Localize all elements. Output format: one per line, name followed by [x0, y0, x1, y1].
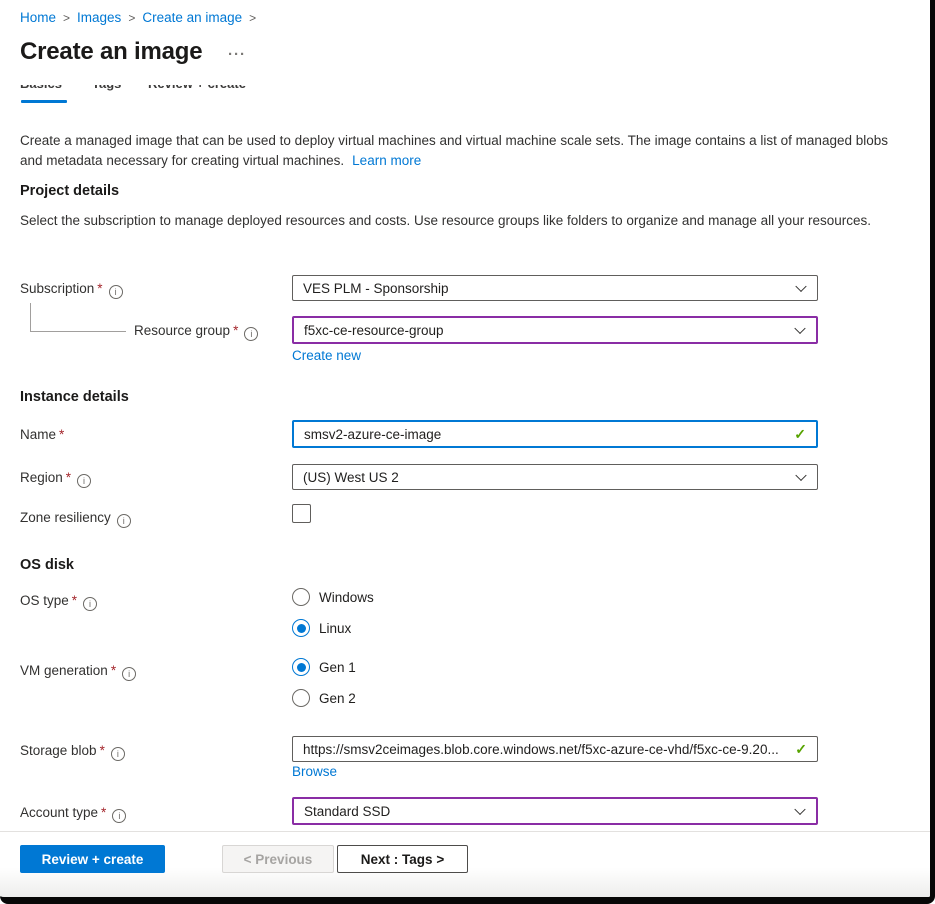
info-icon[interactable]: i [109, 285, 123, 299]
intro-body: Create a managed image that can be used … [20, 133, 888, 168]
radio-option-label: Gen 1 [319, 660, 356, 675]
region-value: (US) West US 2 [303, 470, 399, 485]
radio-option-label: Linux [319, 621, 351, 636]
vm-generation-label-text: VM generation [20, 663, 108, 678]
name-label: Name* [20, 427, 64, 442]
tab-basics[interactable]: Basics [20, 85, 66, 91]
required-marker: * [101, 805, 106, 820]
breadcrumb: Home > Images > Create an image > [20, 10, 263, 25]
subscription-value: VES PLM - Sponsorship [303, 281, 449, 296]
radio-selected-icon [292, 619, 310, 637]
section-heading-os-disk: OS disk [20, 557, 74, 573]
radio-option-label: Windows [319, 590, 374, 605]
tab-tags[interactable]: Tags [92, 85, 122, 91]
breadcrumb-images[interactable]: Images [77, 10, 121, 25]
required-marker: * [233, 323, 238, 338]
intro-text: Create a managed image that can be used … [20, 131, 904, 171]
account-type-value: Standard SSD [304, 804, 390, 819]
breadcrumb-separator: > [63, 11, 70, 25]
radio-option-gen2[interactable]: Gen 2 [292, 688, 356, 708]
resource-group-label-text: Resource group [134, 323, 230, 338]
zone-resiliency-label: Zone resiliency i [20, 510, 131, 528]
info-icon[interactable]: i [111, 747, 125, 761]
account-type-dropdown[interactable]: Standard SSD [292, 797, 818, 825]
chevron-down-icon [794, 804, 805, 815]
next-tags-button[interactable]: Next : Tags > [337, 845, 468, 873]
review-create-button[interactable]: Review + create [20, 845, 165, 873]
create-new-link[interactable]: Create new [292, 348, 361, 363]
info-icon[interactable]: i [83, 597, 97, 611]
tab-review-create[interactable]: Review + create [148, 85, 246, 91]
required-marker: * [97, 281, 102, 296]
region-label-text: Region [20, 470, 63, 485]
storage-blob-input[interactable]: https://smsv2ceimages.blob.core.windows.… [292, 736, 818, 762]
storage-blob-label: Storage blob* i [20, 743, 125, 761]
storage-blob-value: https://smsv2ceimages.blob.core.windows.… [303, 742, 779, 757]
info-icon[interactable]: i [244, 327, 258, 341]
radio-icon [292, 588, 310, 606]
required-marker: * [59, 427, 64, 442]
active-tab-underline [21, 100, 67, 103]
breadcrumb-home[interactable]: Home [20, 10, 56, 25]
section-heading-project-details: Project details [20, 183, 119, 199]
info-icon[interactable]: i [77, 474, 91, 488]
os-type-radio-group: Windows Linux [292, 587, 374, 649]
radio-selected-icon [292, 658, 310, 676]
chevron-down-icon [795, 470, 806, 481]
required-marker: * [72, 593, 77, 608]
name-input[interactable]: smsv2-azure-ce-image ✓ [292, 420, 818, 448]
name-value: smsv2-azure-ce-image [304, 427, 441, 442]
radio-option-gen1[interactable]: Gen 1 [292, 657, 356, 677]
more-options-icon[interactable]: ··· [228, 46, 246, 63]
previous-button[interactable]: < Previous [222, 845, 334, 873]
subscription-label: Subscription* i [20, 281, 123, 299]
vm-generation-label: VM generation* i [20, 663, 136, 681]
required-marker: * [100, 743, 105, 758]
zone-resiliency-checkbox[interactable] [292, 504, 311, 523]
os-type-label: OS type* i [20, 593, 97, 611]
info-icon[interactable]: i [112, 809, 126, 823]
wizard-footer: Review + create < Previous Next : Tags > [0, 831, 930, 897]
valid-check-icon: ✓ [794, 426, 806, 443]
os-type-label-text: OS type [20, 593, 69, 608]
radio-option-windows[interactable]: Windows [292, 587, 374, 607]
learn-more-link[interactable]: Learn more [352, 153, 421, 168]
subscription-label-text: Subscription [20, 281, 94, 296]
name-label-text: Name [20, 427, 56, 442]
required-marker: * [111, 663, 116, 678]
resource-group-label: Resource group* i [134, 323, 258, 341]
info-icon[interactable]: i [122, 667, 136, 681]
breadcrumb-create-an-image[interactable]: Create an image [142, 10, 242, 25]
resource-group-dropdown[interactable]: f5xc-ce-resource-group [292, 316, 818, 344]
subscription-dropdown[interactable]: VES PLM - Sponsorship [292, 275, 818, 301]
storage-blob-label-text: Storage blob [20, 743, 97, 758]
required-marker: * [66, 470, 71, 485]
radio-option-label: Gen 2 [319, 691, 356, 706]
region-dropdown[interactable]: (US) West US 2 [292, 464, 818, 490]
valid-check-icon: ✓ [795, 741, 807, 758]
zone-resiliency-label-text: Zone resiliency [20, 510, 111, 525]
chevron-down-icon [795, 281, 806, 292]
info-icon[interactable]: i [117, 514, 131, 528]
tab-bar: Basics Tags Review + create [20, 85, 420, 98]
resource-group-connector-line [30, 303, 126, 332]
radio-option-linux[interactable]: Linux [292, 618, 374, 638]
breadcrumb-separator: > [128, 11, 135, 25]
project-details-description: Select the subscription to manage deploy… [20, 211, 904, 231]
create-image-page: Home > Images > Create an image > Create an i… [0, 0, 935, 904]
section-heading-instance-details: Instance details [20, 389, 129, 405]
browse-link[interactable]: Browse [292, 764, 337, 779]
breadcrumb-separator: > [249, 11, 256, 25]
chevron-down-icon [794, 323, 805, 334]
account-type-label-text: Account type [20, 805, 98, 820]
region-label: Region* i [20, 470, 91, 488]
resource-group-value: f5xc-ce-resource-group [304, 323, 444, 338]
radio-icon [292, 689, 310, 707]
page-title: Create an image [20, 38, 202, 66]
account-type-label: Account type* i [20, 805, 126, 823]
vm-generation-radio-group: Gen 1 Gen 2 [292, 657, 356, 719]
